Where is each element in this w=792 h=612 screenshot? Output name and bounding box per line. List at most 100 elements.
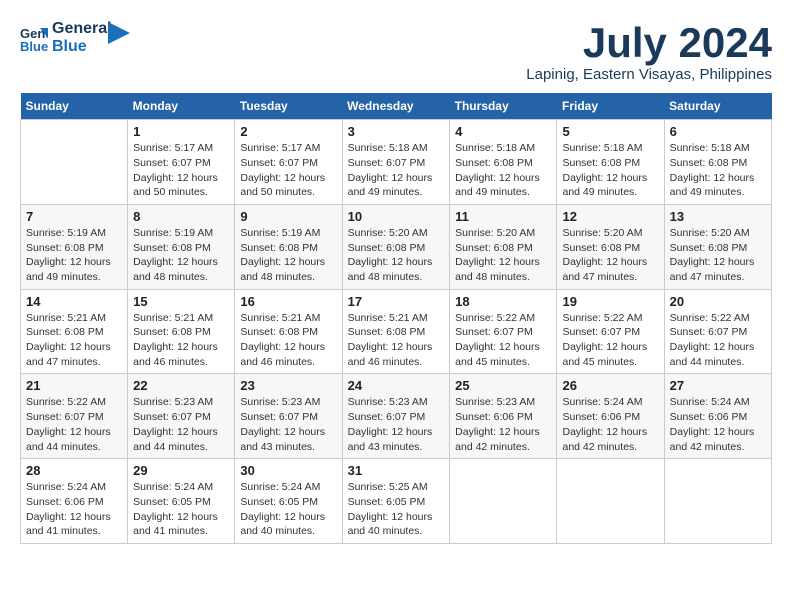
calendar-cell: 13Sunrise: 5:20 AM Sunset: 6:08 PM Dayli… <box>664 204 771 289</box>
day-info: Sunrise: 5:23 AM Sunset: 6:06 PM Dayligh… <box>455 395 551 454</box>
day-info: Sunrise: 5:21 AM Sunset: 6:08 PM Dayligh… <box>133 311 229 370</box>
calendar-table: SundayMondayTuesdayWednesdayThursdayFrid… <box>20 93 772 544</box>
day-number: 6 <box>670 124 766 139</box>
calendar-cell: 22Sunrise: 5:23 AM Sunset: 6:07 PM Dayli… <box>128 374 235 459</box>
day-number: 14 <box>26 294 122 309</box>
svg-text:Blue: Blue <box>20 39 48 52</box>
day-number: 3 <box>348 124 445 139</box>
day-info: Sunrise: 5:18 AM Sunset: 6:08 PM Dayligh… <box>562 141 658 200</box>
calendar-cell: 25 Sunrise: 5:23 AM Sunset: 6:06 PM Dayli… <box>450 374 557 459</box>
calendar-cell <box>557 459 664 544</box>
weekday-header-sunday: Sunday <box>21 93 128 120</box>
calendar-body: 1 Sunrise: 5:17 AM Sunset: 6:07 PM Daylig… <box>21 120 772 544</box>
calendar-cell: 11 Sunrise: 5:20 AM Sunset: 6:08 PM Dayli… <box>450 204 557 289</box>
day-info: Sunrise: 5:22 AM Sunset: 6:07 PM Dayligh… <box>670 311 766 370</box>
day-number: 21 <box>26 378 122 393</box>
day-number: 23 <box>240 378 336 393</box>
calendar-cell: 31Sunrise: 5:25 AM Sunset: 6:05 PM Dayli… <box>342 459 450 544</box>
day-number: 19 <box>562 294 658 309</box>
day-info: Sunrise: 5:18 AM Sunset: 6:08 PM Dayligh… <box>455 141 551 200</box>
day-number: 1 <box>133 124 229 139</box>
location: Lapinig, Eastern Visayas, Philippines <box>526 66 772 83</box>
calendar-cell: 7 Sunrise: 5:19 AM Sunset: 6:08 PM Daylig… <box>21 204 128 289</box>
calendar-cell: 21 Sunrise: 5:22 AM Sunset: 6:07 PM Dayli… <box>21 374 128 459</box>
day-number: 12 <box>562 209 658 224</box>
day-info: Sunrise: 5:20 AM Sunset: 6:08 PM Dayligh… <box>562 226 658 285</box>
day-info: Sunrise: 5:18 AM Sunset: 6:08 PM Dayligh… <box>670 141 766 200</box>
logo-blue: Blue <box>52 38 112 56</box>
day-info: Sunrise: 5:20 AM Sunset: 6:08 PM Dayligh… <box>670 226 766 285</box>
logo: General Blue General Blue <box>20 20 130 55</box>
day-info: Sunrise: 5:20 AM Sunset: 6:08 PM Dayligh… <box>455 226 551 285</box>
day-info: Sunrise: 5:19 AM Sunset: 6:08 PM Dayligh… <box>133 226 229 285</box>
weekday-header-wednesday: Wednesday <box>342 93 450 120</box>
logo-arrow-icon <box>108 22 130 44</box>
calendar-cell <box>21 120 128 205</box>
day-number: 29 <box>133 463 229 478</box>
calendar-cell: 5 Sunrise: 5:18 AM Sunset: 6:08 PM Daylig… <box>557 120 664 205</box>
logo-general: General <box>52 20 112 38</box>
day-number: 9 <box>240 209 336 224</box>
day-number: 24 <box>348 378 445 393</box>
title-block: July 2024 Lapinig, Eastern Visayas, Phil… <box>526 20 772 83</box>
day-number: 11 <box>455 209 551 224</box>
calendar-week-row: 28 Sunrise: 5:24 AM Sunset: 6:06 PM Dayli… <box>21 459 772 544</box>
calendar-cell: 26Sunrise: 5:24 AM Sunset: 6:06 PM Dayli… <box>557 374 664 459</box>
day-info: Sunrise: 5:21 AM Sunset: 6:08 PM Dayligh… <box>26 311 122 370</box>
calendar-cell: 6 Sunrise: 5:18 AM Sunset: 6:08 PM Daylig… <box>664 120 771 205</box>
calendar-cell: 10 Sunrise: 5:20 AM Sunset: 6:08 PM Dayli… <box>342 204 450 289</box>
weekday-header-friday: Friday <box>557 93 664 120</box>
day-info: Sunrise: 5:19 AM Sunset: 6:08 PM Dayligh… <box>26 226 122 285</box>
calendar-cell: 30 Sunrise: 5:24 AM Sunset: 6:05 PM Dayli… <box>235 459 342 544</box>
day-number: 10 <box>348 209 445 224</box>
day-info: Sunrise: 5:24 AM Sunset: 6:06 PM Dayligh… <box>670 395 766 454</box>
day-info: Sunrise: 5:23 AM Sunset: 6:07 PM Dayligh… <box>240 395 336 454</box>
day-number: 22 <box>133 378 229 393</box>
day-info: Sunrise: 5:21 AM Sunset: 6:08 PM Dayligh… <box>348 311 445 370</box>
day-info: Sunrise: 5:25 AM Sunset: 6:05 PM Dayligh… <box>348 480 445 539</box>
calendar-cell: 20Sunrise: 5:22 AM Sunset: 6:07 PM Dayli… <box>664 289 771 374</box>
day-number: 25 <box>455 378 551 393</box>
weekday-header-monday: Monday <box>128 93 235 120</box>
calendar-header-row: SundayMondayTuesdayWednesdayThursdayFrid… <box>21 93 772 120</box>
calendar-cell: 14 Sunrise: 5:21 AM Sunset: 6:08 PM Dayli… <box>21 289 128 374</box>
day-info: Sunrise: 5:22 AM Sunset: 6:07 PM Dayligh… <box>455 311 551 370</box>
calendar-cell: 15Sunrise: 5:21 AM Sunset: 6:08 PM Dayli… <box>128 289 235 374</box>
day-info: Sunrise: 5:17 AM Sunset: 6:07 PM Dayligh… <box>240 141 336 200</box>
day-info: Sunrise: 5:24 AM Sunset: 6:05 PM Dayligh… <box>133 480 229 539</box>
day-info: Sunrise: 5:24 AM Sunset: 6:05 PM Dayligh… <box>240 480 336 539</box>
day-number: 30 <box>240 463 336 478</box>
weekday-header-saturday: Saturday <box>664 93 771 120</box>
calendar-cell <box>450 459 557 544</box>
day-number: 2 <box>240 124 336 139</box>
day-number: 27 <box>670 378 766 393</box>
day-info: Sunrise: 5:18 AM Sunset: 6:07 PM Dayligh… <box>348 141 445 200</box>
calendar-cell: 27 Sunrise: 5:24 AM Sunset: 6:06 PM Dayli… <box>664 374 771 459</box>
calendar-cell: 12 Sunrise: 5:20 AM Sunset: 6:08 PM Dayli… <box>557 204 664 289</box>
weekday-header-thursday: Thursday <box>450 93 557 120</box>
calendar-cell: 19 Sunrise: 5:22 AM Sunset: 6:07 PM Dayli… <box>557 289 664 374</box>
calendar-cell: 16Sunrise: 5:21 AM Sunset: 6:08 PM Dayli… <box>235 289 342 374</box>
day-number: 7 <box>26 209 122 224</box>
day-info: Sunrise: 5:22 AM Sunset: 6:07 PM Dayligh… <box>26 395 122 454</box>
calendar-cell <box>664 459 771 544</box>
day-info: Sunrise: 5:23 AM Sunset: 6:07 PM Dayligh… <box>348 395 445 454</box>
day-number: 17 <box>348 294 445 309</box>
calendar-cell: 24 Sunrise: 5:23 AM Sunset: 6:07 PM Dayli… <box>342 374 450 459</box>
calendar-cell: 3 Sunrise: 5:18 AM Sunset: 6:07 PM Daylig… <box>342 120 450 205</box>
day-number: 28 <box>26 463 122 478</box>
page-header: General Blue General Blue July 2024 Lapi… <box>20 20 772 83</box>
day-number: 16 <box>240 294 336 309</box>
day-number: 18 <box>455 294 551 309</box>
day-info: Sunrise: 5:22 AM Sunset: 6:07 PM Dayligh… <box>562 311 658 370</box>
day-number: 8 <box>133 209 229 224</box>
day-number: 4 <box>455 124 551 139</box>
day-info: Sunrise: 5:24 AM Sunset: 6:06 PM Dayligh… <box>562 395 658 454</box>
calendar-week-row: 14 Sunrise: 5:21 AM Sunset: 6:08 PM Dayli… <box>21 289 772 374</box>
day-info: Sunrise: 5:24 AM Sunset: 6:06 PM Dayligh… <box>26 480 122 539</box>
calendar-cell: 28 Sunrise: 5:24 AM Sunset: 6:06 PM Dayli… <box>21 459 128 544</box>
day-number: 5 <box>562 124 658 139</box>
calendar-cell: 9Sunrise: 5:19 AM Sunset: 6:08 PM Daylig… <box>235 204 342 289</box>
day-info: Sunrise: 5:20 AM Sunset: 6:08 PM Dayligh… <box>348 226 445 285</box>
weekday-header-tuesday: Tuesday <box>235 93 342 120</box>
